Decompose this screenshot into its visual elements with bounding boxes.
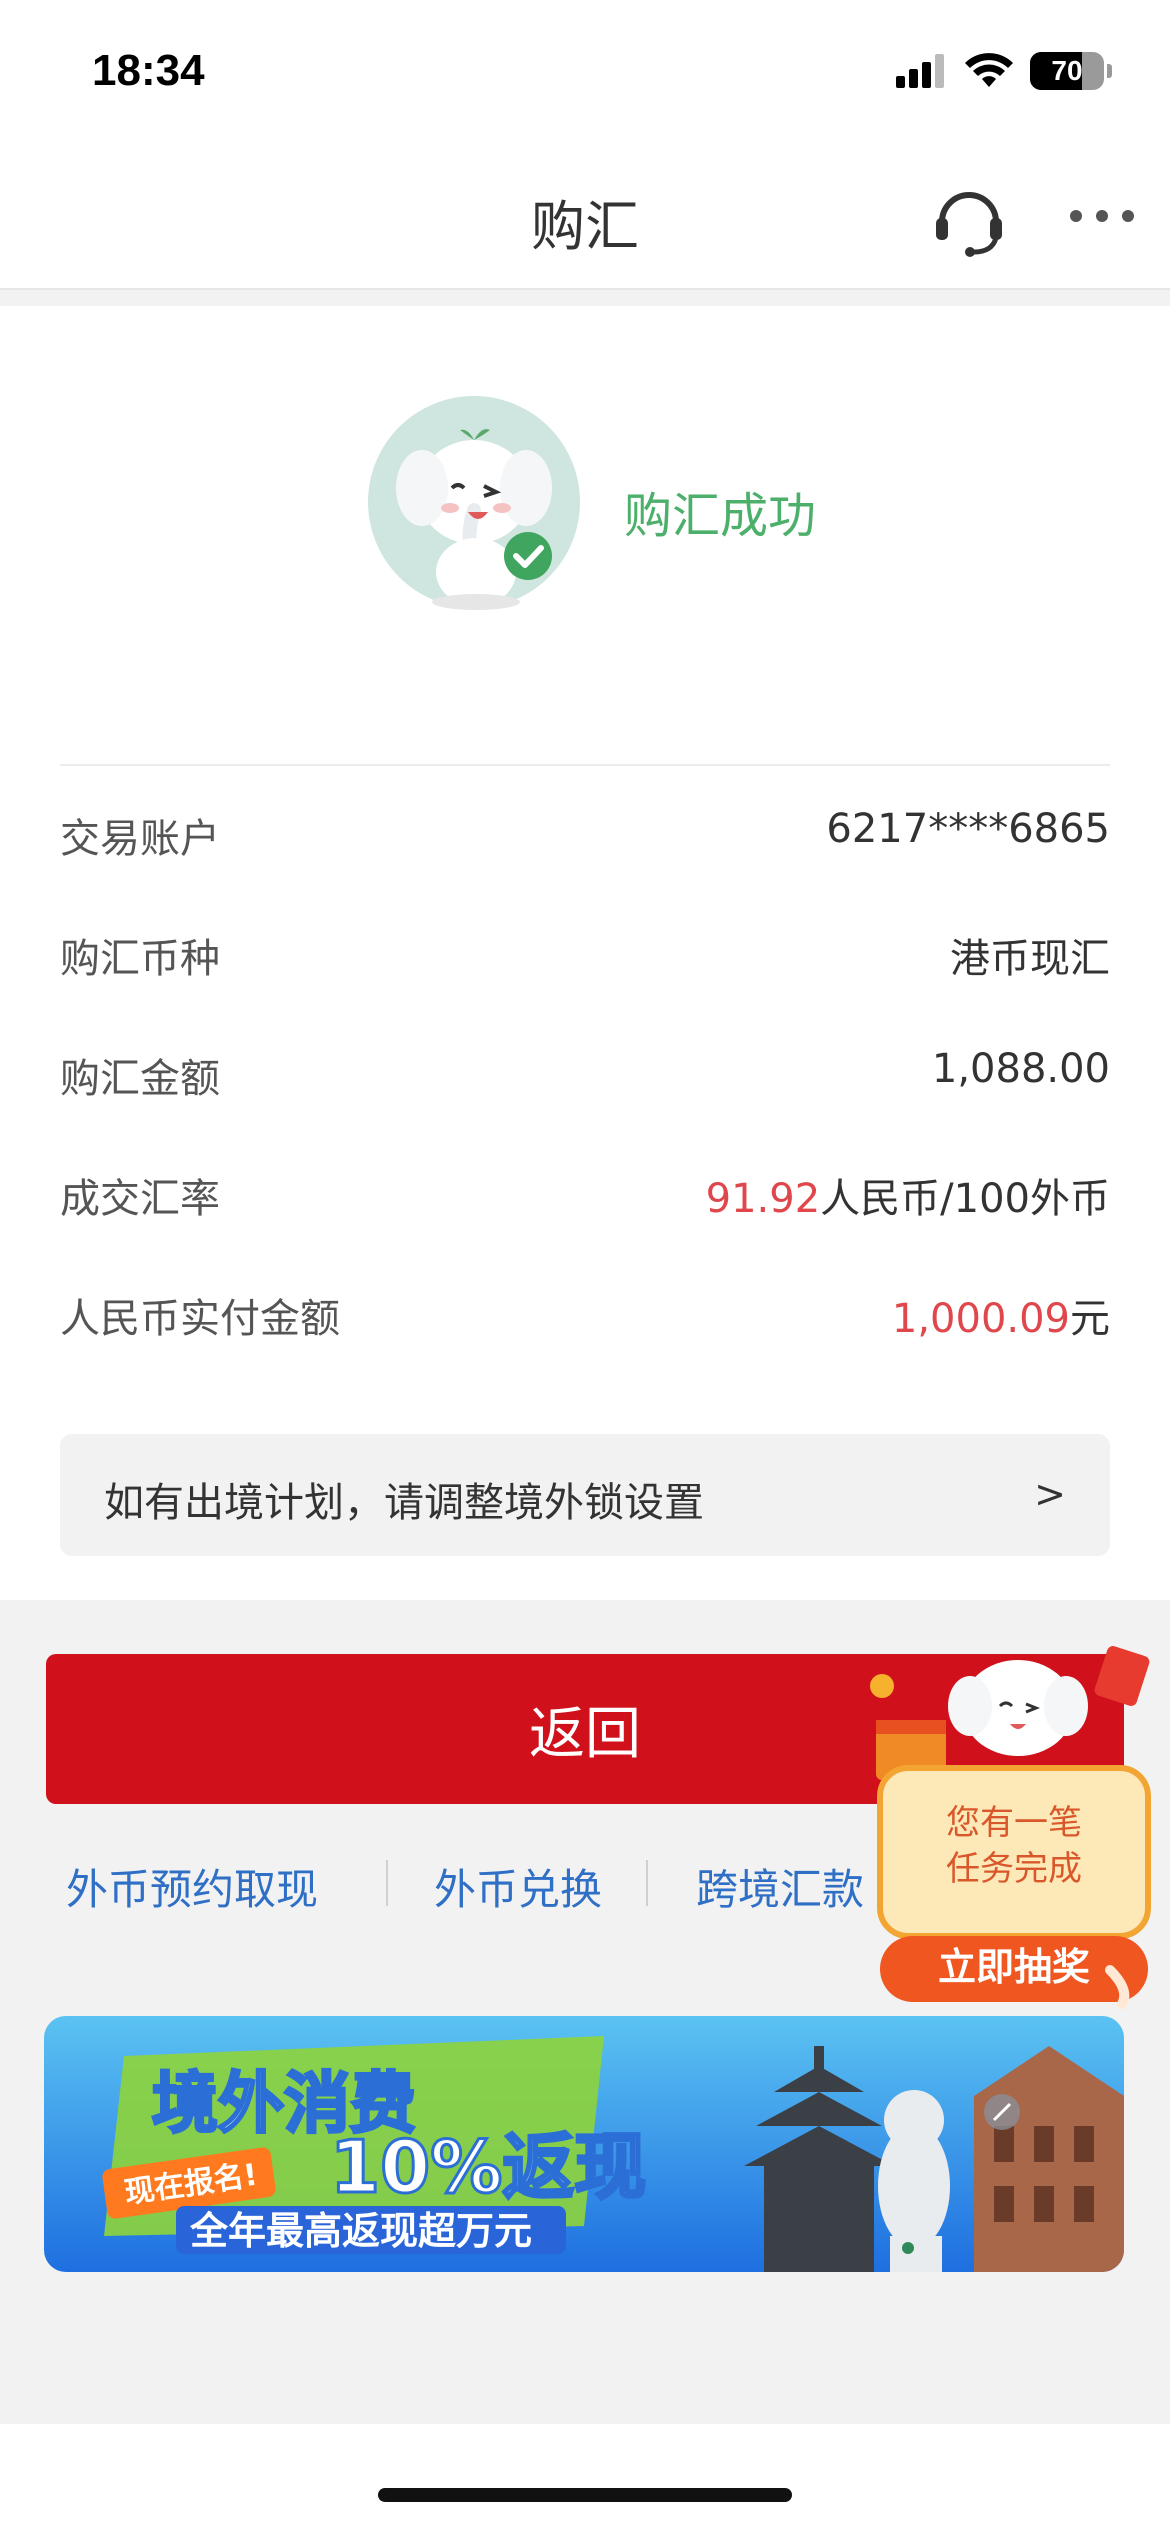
detail-row-account: 交易账户 6217****6865 bbox=[60, 806, 1110, 866]
rate-unit: 人民币/100外币 bbox=[820, 1176, 1110, 1222]
cellular-signal-icon bbox=[896, 54, 944, 88]
detail-label: 成交汇率 bbox=[60, 1176, 220, 1222]
banner-subtitle: 全年最高返现超万元 bbox=[189, 2209, 532, 2253]
detail-row-currency: 购汇币种 港币现汇 bbox=[60, 926, 1110, 986]
success-status: 购汇成功 bbox=[624, 488, 817, 544]
detail-value: 1,000.09元 bbox=[892, 1286, 1110, 1344]
widget-line2: 任务完成 bbox=[946, 1849, 1082, 1889]
lottery-floating-widget[interactable]: 您有一笔 任务完成 立即抽奖 bbox=[860, 1640, 1170, 2010]
paid-unit: 元 bbox=[1070, 1296, 1110, 1342]
detail-value: 1,088.00 bbox=[931, 1046, 1110, 1092]
bottom-safe-area bbox=[0, 2424, 1170, 2532]
customer-service-headset-icon[interactable] bbox=[930, 180, 1008, 258]
link-fx-exchange[interactable]: 外币兑换 bbox=[434, 1856, 602, 1917]
elephant-mascot-success-icon bbox=[368, 396, 580, 610]
link-cross-border-remittance[interactable]: 跨境汇款 bbox=[696, 1856, 864, 1917]
wifi-icon bbox=[965, 53, 1013, 87]
banner-highlight: 10%返现 bbox=[330, 2125, 646, 2209]
detail-row-rmb-paid: 人民币实付金额 1,000.09元 bbox=[60, 1286, 1110, 1346]
rate-value: 91.92 bbox=[705, 1176, 821, 1222]
chevron-right-icon: > bbox=[1034, 1472, 1066, 1516]
widget-button-label: 立即抽奖 bbox=[938, 1945, 1090, 1989]
notice-text: 如有出境计划，请调整境外锁设置 bbox=[104, 1480, 704, 1526]
link-separator bbox=[386, 1860, 388, 1906]
detail-row-amount: 购汇金额 1,088.00 bbox=[60, 1046, 1110, 1106]
result-card: 购汇成功 交易账户 6217****6865 购汇币种 港币现汇 购汇金额 1,… bbox=[0, 306, 1170, 1600]
status-time: 18:34 bbox=[92, 46, 205, 95]
detail-label: 交易账户 bbox=[60, 816, 220, 862]
paid-amount: 1,000.09 bbox=[891, 1296, 1070, 1342]
lottery-widget-art: 您有一笔 任务完成 立即抽奖 bbox=[870, 1646, 1151, 2009]
more-options-icon[interactable] bbox=[1070, 210, 1134, 222]
section-gap bbox=[0, 292, 1170, 306]
overseas-lock-notice[interactable]: 如有出境计划，请调整境外锁设置 > bbox=[60, 1434, 1110, 1556]
battery-tip bbox=[1107, 64, 1112, 78]
home-indicator bbox=[378, 2488, 792, 2502]
detail-value: 6217****6865 bbox=[826, 806, 1110, 852]
detail-row-rate: 成交汇率 91.92人民币/100外币 bbox=[60, 1166, 1110, 1226]
promo-banner[interactable]: 境外消费 现在报名! 10%返现 全年最高返现超万元 bbox=[44, 2016, 1124, 2272]
battery-icon: 70 bbox=[1030, 52, 1104, 90]
widget-line1: 您有一笔 bbox=[946, 1803, 1082, 1843]
status-icons: 70 bbox=[896, 52, 1112, 90]
quick-links: 外币预约取现 外币兑换 跨境汇款 bbox=[0, 1848, 900, 1918]
divider bbox=[60, 764, 1110, 766]
link-fx-cash-reservation[interactable]: 外币预约取现 bbox=[66, 1856, 318, 1917]
battery-percent: 70 bbox=[1051, 55, 1083, 86]
detail-label: 人民币实付金额 bbox=[60, 1296, 340, 1342]
nav-bar: 购汇 bbox=[0, 150, 1170, 290]
link-separator bbox=[646, 1860, 648, 1906]
status-bar: 18:34 70 bbox=[0, 0, 1170, 150]
detail-label: 购汇金额 bbox=[60, 1056, 220, 1102]
detail-value: 港币现汇 bbox=[950, 936, 1110, 982]
detail-value: 91.92人民币/100外币 bbox=[706, 1166, 1110, 1224]
promo-banner-art: 境外消费 现在报名! 10%返现 全年最高返现超万元 bbox=[44, 2016, 1124, 2272]
detail-label: 购汇币种 bbox=[60, 936, 220, 982]
